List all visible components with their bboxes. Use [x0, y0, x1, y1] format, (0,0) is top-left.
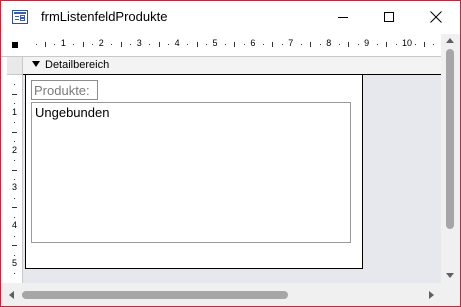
scroll-down-icon[interactable] — [446, 273, 454, 278]
maximize-icon — [384, 12, 394, 22]
ruler-quarter-dot — [130, 44, 132, 45]
ruler-number: 3 — [136, 38, 142, 48]
ruler-half-tick — [348, 42, 350, 47]
ruler-quarter-dot — [357, 44, 359, 45]
ruler-half-tick — [12, 207, 17, 209]
ruler-quarter-dot — [262, 44, 264, 45]
ruler-quarter-dot — [14, 84, 15, 86]
section-label: Detailbereich — [45, 59, 110, 71]
ruler-quarter-dot — [54, 44, 56, 45]
ruler-quarter-dot — [14, 235, 15, 237]
ruler-quarter-dot — [281, 44, 283, 45]
ruler-quarter-dot — [14, 122, 15, 124]
ruler-half-tick — [310, 42, 312, 47]
ruler-half-tick — [272, 42, 274, 47]
ruler-number: 3 — [12, 182, 18, 193]
ruler-half-tick — [82, 42, 84, 47]
ruler-half-tick — [12, 93, 17, 95]
ruler-quarter-dot — [111, 44, 113, 45]
vertical-scrollbar[interactable] — [441, 34, 460, 283]
ruler-quarter-dot — [14, 178, 15, 180]
ruler-number: 2 — [12, 144, 18, 155]
ruler-quarter-dot — [433, 44, 435, 45]
ruler-half-tick — [386, 42, 387, 47]
minimize-icon — [338, 17, 348, 18]
ruler-quarter-dot — [414, 44, 416, 45]
ruler-quarter-dot — [300, 44, 302, 45]
minimize-button[interactable] — [320, 1, 366, 33]
ruler-number: 10 — [402, 38, 413, 48]
arrow-down-icon — [32, 61, 40, 67]
ruler-half-tick — [45, 42, 46, 47]
ruler-quarter-dot — [14, 141, 15, 143]
ruler-number: 7 — [288, 38, 294, 48]
section-header-detail[interactable]: Detailbereich — [23, 57, 441, 75]
ruler-quarter-dot — [225, 44, 226, 45]
ruler-half-tick — [120, 42, 122, 47]
vertical-scroll-thumb[interactable] — [446, 49, 454, 229]
ruler-quarter-dot — [187, 44, 189, 45]
ruler-quarter-dot — [14, 197, 15, 199]
ruler-half-tick — [234, 42, 236, 47]
horizontal-ruler-scale: 1 2 3 4 5 6 7 8 9 10 — [1, 34, 460, 56]
scroll-left-icon[interactable] — [9, 291, 14, 299]
close-button[interactable] — [413, 1, 459, 33]
ruler-number: 1 — [60, 38, 66, 48]
form-design-icon — [12, 10, 28, 24]
ruler-quarter-dot — [338, 44, 340, 45]
horizontal-scroll-thumb[interactable] — [22, 291, 288, 299]
ruler-quarter-dot — [35, 44, 37, 45]
ruler-quarter-dot — [14, 254, 15, 256]
ruler-quarter-dot — [149, 44, 151, 45]
size-grip[interactable] — [441, 283, 460, 306]
ruler-number: 9 — [364, 38, 370, 48]
products-label[interactable]: Produkte: — [31, 80, 98, 100]
ruler-quarter-dot — [14, 273, 15, 275]
listbox-unbound-text: Ungebunden — [35, 105, 110, 120]
ruler-quarter-dot — [14, 216, 15, 218]
ruler-half-tick — [12, 245, 17, 247]
maximize-button[interactable] — [366, 1, 412, 33]
ruler-number: 1 — [12, 106, 18, 117]
ruler-quarter-dot — [395, 44, 397, 45]
ruler-quarter-dot — [92, 44, 94, 45]
ruler-quarter-dot — [73, 44, 75, 45]
ruler-quarter-dot — [376, 44, 378, 45]
ruler-half-tick — [12, 169, 17, 171]
ruler-number: 5 — [12, 258, 18, 268]
ruler-quarter-dot — [243, 44, 245, 45]
ruler-quarter-dot — [14, 160, 15, 161]
ruler-number: 2 — [98, 38, 104, 48]
ruler-number: 5 — [212, 38, 218, 48]
ruler-half-tick — [158, 42, 160, 47]
vertical-ruler[interactable]: 1 2 3 4 5 — [7, 75, 23, 283]
ruler-quarter-dot — [14, 103, 15, 105]
ruler-quarter-dot — [206, 44, 207, 45]
ruler-number: 4 — [12, 220, 18, 231]
scroll-right-icon[interactable] — [429, 291, 434, 299]
horizontal-ruler[interactable]: 1 2 3 4 5 6 7 8 9 10 — [1, 34, 460, 57]
ruler-half-tick — [12, 131, 17, 133]
title-bar[interactable]: frmListenfeldProdukte — [1, 1, 460, 33]
horizontal-scrollbar[interactable] — [1, 283, 441, 306]
scroll-up-icon[interactable] — [446, 38, 454, 43]
close-icon — [430, 11, 442, 23]
window-title: frmListenfeldProdukte — [41, 9, 168, 24]
ruler-number: 4 — [174, 38, 180, 48]
ruler-half-tick — [196, 42, 198, 47]
products-listbox[interactable]: Ungebunden — [31, 102, 351, 243]
ruler-number: 8 — [326, 38, 332, 48]
ruler-half-tick — [423, 42, 425, 47]
ruler-quarter-dot — [319, 44, 321, 45]
ruler-quarter-dot — [168, 44, 170, 45]
form-design-window: frmListenfeldProdukte 1 2 3 4 5 6 7 8 9 10 Detail… — [0, 0, 461, 307]
section-selector[interactable] — [7, 57, 23, 75]
ruler-number: 6 — [250, 38, 256, 48]
